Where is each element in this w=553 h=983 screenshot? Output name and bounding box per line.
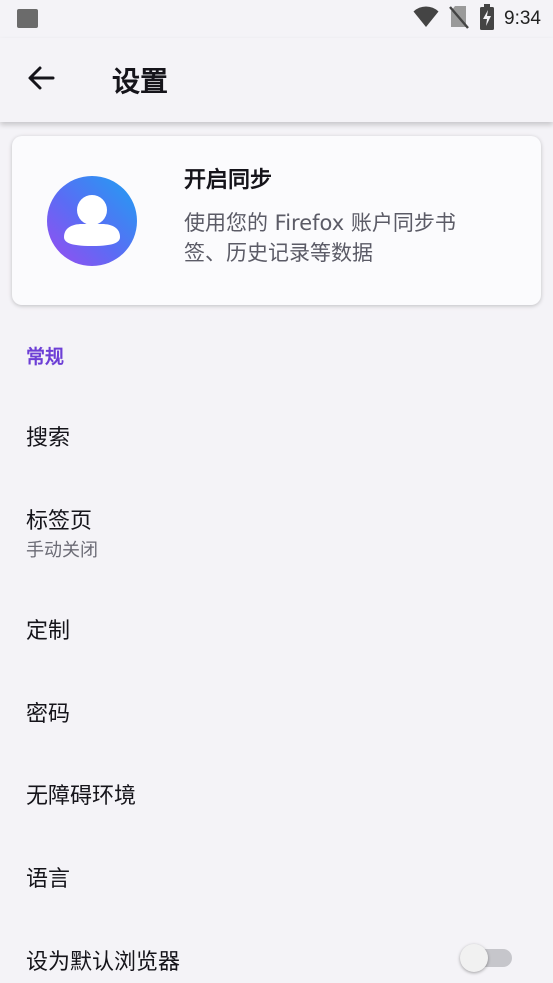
pref-title: 语言 xyxy=(26,867,71,892)
battery-charging-icon xyxy=(479,4,495,34)
notification-square-icon xyxy=(17,9,38,28)
sync-description-line: 签、历史记录等数据 xyxy=(184,241,373,265)
page-title: 设置 xyxy=(112,65,169,98)
status-icons: 9:34 xyxy=(413,4,541,34)
sync-description: 使用您的 Firefox 账户同步书 签、历史记录等数据 xyxy=(184,208,514,268)
app-bar: 设置 xyxy=(0,38,553,122)
pref-item-search[interactable]: 搜索 xyxy=(0,392,553,474)
status-bar: 9:34 xyxy=(0,0,553,38)
back-button[interactable] xyxy=(18,58,64,102)
pref-title: 标签页 xyxy=(26,509,93,534)
no-sim-icon xyxy=(448,5,470,33)
pref-summary: 手动关闭 xyxy=(26,540,98,561)
sync-account-card[interactable]: 开启同步 使用您的 Firefox 账户同步书 签、历史记录等数据 xyxy=(12,136,541,305)
toggle-thumb xyxy=(460,944,488,972)
default-browser-toggle[interactable] xyxy=(460,944,514,972)
arrow-left-icon xyxy=(27,65,55,95)
pref-item-tabs[interactable]: 标签页 手动关闭 xyxy=(0,474,553,584)
pref-item-language[interactable]: 语言 xyxy=(0,832,553,916)
account-avatar-icon xyxy=(47,176,137,266)
pref-item-customize[interactable]: 定制 xyxy=(0,584,553,668)
pref-item-passwords[interactable]: 密码 xyxy=(0,668,553,750)
pref-title: 密码 xyxy=(26,702,71,727)
pref-title: 无障碍环境 xyxy=(26,784,137,809)
pref-title: 搜索 xyxy=(26,426,71,451)
status-time: 9:34 xyxy=(504,8,541,29)
sync-description-line: 使用您的 Firefox 账户同步书 xyxy=(184,211,456,235)
pref-item-accessibility[interactable]: 无障碍环境 xyxy=(0,750,553,832)
pref-title: 设为默认浏览器 xyxy=(26,950,181,975)
wifi-icon xyxy=(413,6,439,32)
sync-title: 开启同步 xyxy=(184,168,273,193)
section-header-general: 常规 xyxy=(26,346,65,368)
pref-title: 定制 xyxy=(26,619,71,644)
